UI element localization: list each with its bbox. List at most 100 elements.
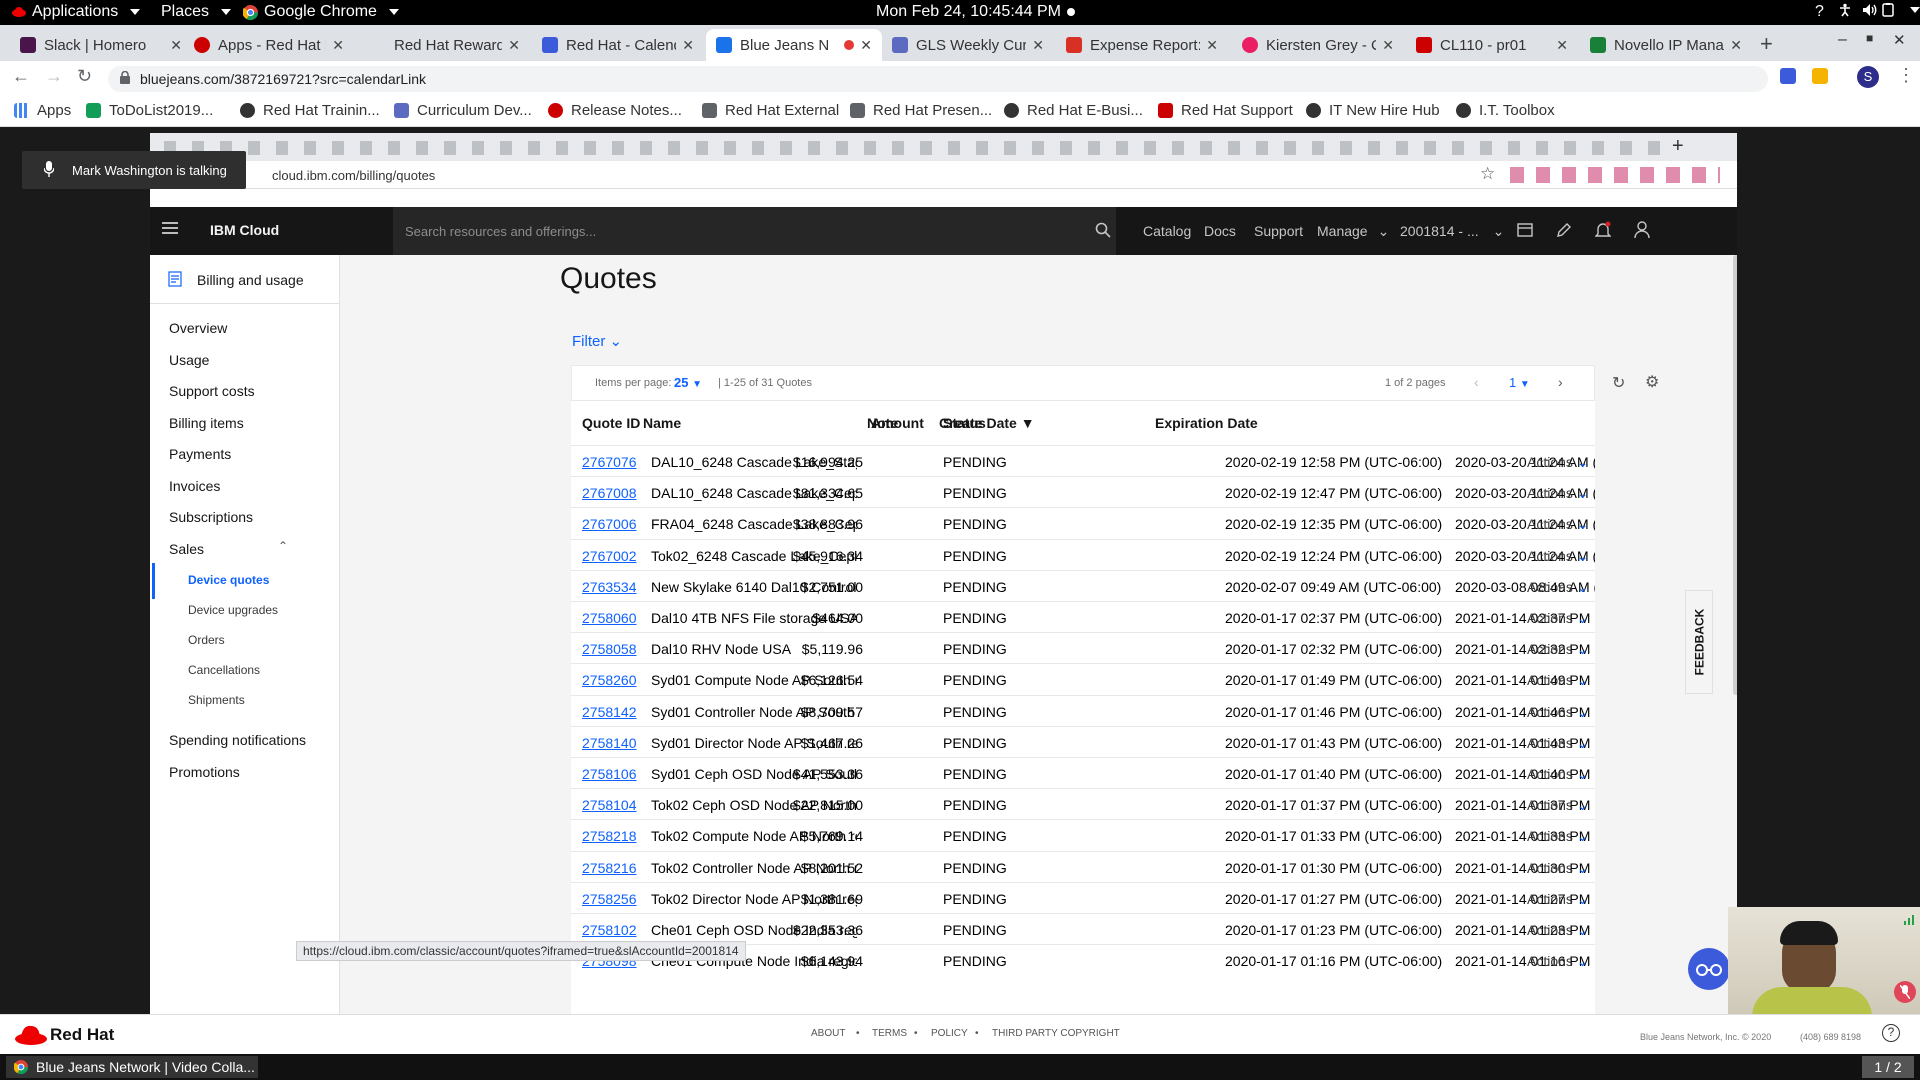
feedback-tab[interactable]: FEEDBACK	[1685, 590, 1713, 694]
actions-menu[interactable]: Actions ⌄	[1527, 860, 1589, 877]
tab-redhat-reward[interactable]: Red Hat Reward ✕	[360, 29, 530, 61]
quote-id-link[interactable]: 2767076	[582, 454, 644, 470]
search-input[interactable]: Search resources and offerings...	[393, 207, 1116, 255]
tab-calendar[interactable]: Red Hat - Calend ✕	[532, 29, 704, 61]
minimize-icon[interactable]: –	[1838, 31, 1847, 49]
cost-estimator-icon[interactable]	[1517, 222, 1533, 238]
nav-support-costs[interactable]: Support costs	[169, 383, 255, 399]
forward-icon[interactable]: →	[45, 66, 63, 87]
close-tab-icon[interactable]: ✕	[1206, 37, 1218, 54]
quote-id-link[interactable]: 2767006	[582, 516, 644, 532]
actions-menu[interactable]: Actions ⌄	[1527, 579, 1589, 596]
browser-app-menu[interactable]: Google Chrome	[243, 3, 399, 21]
bookmark-redhat-presentations[interactable]: Red Hat Presen...	[850, 102, 992, 119]
actions-menu[interactable]: Actions ⌄	[1527, 548, 1589, 565]
bookmark-redhat-training[interactable]: Red Hat Trainin...	[240, 102, 380, 119]
close-window-icon[interactable]: ✕	[1893, 31, 1906, 49]
quote-id-link[interactable]: 2758216	[582, 860, 644, 876]
bookmark-star-icon[interactable]: ☆	[1480, 164, 1495, 184]
bookmark-redhat-ebusiness[interactable]: Red Hat E-Busi...	[1004, 102, 1143, 119]
actions-menu[interactable]: Actions ⌄	[1527, 797, 1589, 814]
nav-billing-items[interactable]: Billing items	[169, 415, 244, 431]
refresh-icon[interactable]: ↻	[1612, 373, 1625, 393]
tab-apps-redhat[interactable]: Apps - Red Hat F ✕	[184, 29, 354, 61]
nav-orders[interactable]: Orders	[188, 633, 225, 647]
new-tab-icon[interactable]: +	[1760, 31, 1773, 57]
prev-page-icon[interactable]: ‹	[1474, 374, 1479, 390]
battery-icon[interactable]	[1870, 3, 1920, 17]
chevron-up-icon[interactable]: ⌃	[278, 539, 288, 553]
actions-menu[interactable]: Actions ⌄	[1527, 891, 1589, 908]
help-icon[interactable]: ?	[1815, 3, 1824, 21]
page-select[interactable]: 1 ▼	[1509, 375, 1530, 390]
items-per-page-select[interactable]: 25 ▼	[674, 375, 702, 390]
nav-usage[interactable]: Usage	[169, 352, 209, 368]
workspace-switcher[interactable]: 1 / 2	[1862, 1056, 1914, 1078]
table-row[interactable]: 2758102 Che01 Ceph OSD Node India regio $2…	[571, 913, 1595, 944]
table-row[interactable]: 2758106 Syd01 Ceph OSD Node AP South re $4…	[571, 757, 1595, 788]
close-tab-icon[interactable]: ✕	[1730, 37, 1742, 54]
actions-menu[interactable]: Actions ⌄	[1527, 516, 1589, 533]
nav-invoices[interactable]: Invoices	[169, 478, 220, 494]
quote-id-link[interactable]: 2758140	[582, 735, 644, 751]
footer-link-terms[interactable]: TERMS	[872, 1028, 907, 1039]
table-row[interactable]: 2758104 Tok02 Ceph OSD Node AP North re $2…	[571, 788, 1595, 819]
close-tab-icon[interactable]: ✕	[1032, 37, 1044, 54]
table-row[interactable]: 2758216 Tok02 Controller Node AP North re…	[571, 850, 1595, 882]
nav-manage[interactable]: Manage ⌄	[1317, 223, 1389, 240]
notifications-icon[interactable]	[1595, 221, 1611, 239]
footer-link-third-party[interactable]: THIRD PARTY COPYRIGHT	[992, 1028, 1120, 1039]
table-row[interactable]: 2758142 Syd01 Controller Node AP South re…	[571, 694, 1595, 726]
close-tab-icon[interactable]: ✕	[1556, 37, 1568, 54]
quote-id-link[interactable]: 2758102	[582, 922, 644, 938]
settings-gear-icon[interactable]: ⚙	[1645, 372, 1659, 392]
actions-menu[interactable]: Actions ⌄	[1527, 672, 1589, 689]
taskbar-window-button[interactable]: Blue Jeans Network | Video Colla...	[6, 1056, 258, 1078]
back-icon[interactable]: ←	[12, 66, 30, 87]
quote-id-link[interactable]: 2763534	[582, 579, 644, 595]
scrollbar-thumb[interactable]	[1733, 255, 1737, 695]
clock[interactable]: Mon Feb 24, 10:45:44 PM	[876, 3, 1075, 21]
extension-icon[interactable]	[1812, 68, 1828, 84]
help-icon[interactable]: ?	[1882, 1024, 1900, 1042]
maximize-icon[interactable]: ■	[1866, 31, 1873, 45]
reload-icon[interactable]: ↻	[77, 66, 92, 87]
tab-bluejeans[interactable]: Blue Jeans N ✕	[706, 29, 882, 61]
bookmark-apps[interactable]: Apps	[14, 102, 71, 119]
user-profile-icon[interactable]	[1634, 221, 1650, 239]
table-row[interactable]: 2767008 DAL10_6248 Cascade Lake_Ceph- $81,…	[571, 476, 1595, 507]
bookmark-it-toolbox[interactable]: I.T. Toolbox	[1456, 102, 1555, 119]
nav-device-upgrades[interactable]: Device upgrades	[188, 603, 278, 617]
extensions-row[interactable]	[1510, 167, 1720, 183]
actions-menu[interactable]: Actions ⌄	[1527, 454, 1589, 471]
table-row[interactable]: 2767076 DAL10_6248 Cascade Lake_Stagin $16…	[571, 445, 1595, 476]
table-row[interactable]: 2758218 Tok02 Compute Node AP North reg $5…	[571, 819, 1595, 850]
col-quote-id[interactable]: Quote ID	[571, 401, 643, 445]
nav-catalog[interactable]: Catalog	[1143, 223, 1191, 239]
tab-gls-weekly[interactable]: GLS Weekly Curr ✕	[882, 29, 1054, 61]
nav-subscriptions[interactable]: Subscriptions	[169, 509, 253, 525]
tab-cl110[interactable]: CL110 - pr01 ✕	[1406, 29, 1578, 61]
inner-address-bar[interactable]: ← → ↻ cloud.ibm.com/billing/quotes ☆	[150, 161, 1737, 189]
close-tab-icon[interactable]: ✕	[1382, 37, 1394, 54]
col-name[interactable]: Name	[643, 401, 867, 445]
nav-payments[interactable]: Payments	[169, 446, 231, 462]
actions-menu[interactable]: Actions ⌄	[1527, 953, 1589, 970]
actions-menu[interactable]: Actions ⌄	[1527, 735, 1589, 752]
nav-docs[interactable]: Docs	[1204, 223, 1236, 239]
applications-menu[interactable]: Applications	[12, 3, 141, 21]
table-row[interactable]: 2758256 Tok02 Director Node AP North regi…	[571, 881, 1595, 913]
nav-sales[interactable]: Sales	[169, 541, 204, 557]
places-menu[interactable]: Places	[161, 3, 232, 21]
close-tab-icon[interactable]: ✕	[332, 37, 344, 54]
nav-promotions[interactable]: Promotions	[169, 764, 240, 780]
next-page-icon[interactable]: ›	[1558, 374, 1563, 390]
more-menu-icon[interactable]: ⋮	[1897, 65, 1915, 86]
tab-novello[interactable]: Novello IP Mana ✕	[1580, 29, 1752, 61]
table-row[interactable]: 2767006 FRA04_6248 Cascade Lake_Ceph- $38,…	[571, 507, 1595, 538]
col-amount[interactable]: Amount	[871, 415, 924, 431]
table-row[interactable]: 2758058 Dal10 RHV Node USA $5,119.96 PENDIN…	[571, 632, 1595, 663]
extension-icon[interactable]	[1780, 68, 1796, 84]
bookmark-redhat-support[interactable]: Red Hat Support	[1158, 102, 1293, 119]
table-row[interactable]: 2758140 Syd01 Director Node AP South reg $…	[571, 725, 1595, 757]
